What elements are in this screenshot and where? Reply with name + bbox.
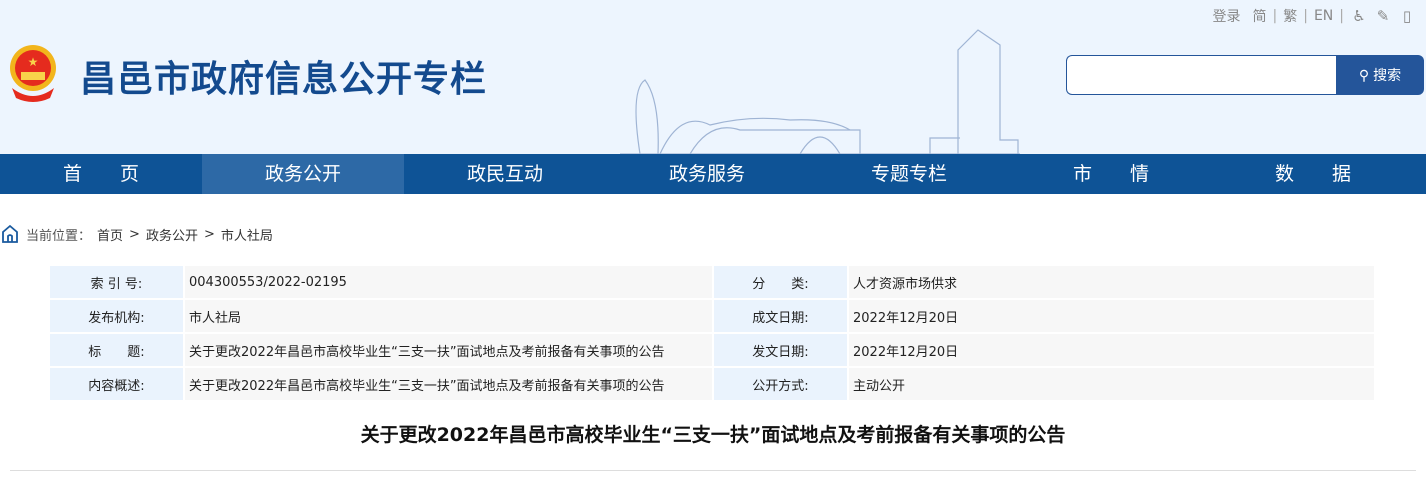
- table-row: 索 引 号: 004300553/2022-02195 分 类: 人才资源市场供求: [50, 266, 1374, 298]
- divider: [10, 470, 1416, 471]
- label-disclosure: 公开方式:: [714, 368, 847, 400]
- label-summary: 内容概述:: [50, 368, 183, 400]
- label-title: 标 题:: [50, 334, 183, 366]
- table-row: 内容概述: 关于更改2022年昌邑市高校毕业生“三支一扶”面试地点及考前报备有关事…: [50, 368, 1374, 400]
- accessibility-icon[interactable]: ♿: [1350, 7, 1368, 25]
- nav-city[interactable]: 市 情: [1010, 154, 1212, 194]
- english-link[interactable]: EN: [1314, 8, 1333, 24]
- value-written-date: 2022年12月20日: [849, 300, 1374, 332]
- nav-services[interactable]: 政务服务: [606, 154, 808, 194]
- home-icon: [2, 224, 18, 243]
- nav-data[interactable]: 数 据: [1212, 154, 1414, 194]
- top-links: 登录 简 | 繁 | EN | ♿ ✎ ▯: [1213, 6, 1416, 26]
- search-bar: ⚲ 搜索: [1066, 55, 1424, 95]
- search-button-label: 搜索: [1373, 67, 1402, 83]
- nav-gov-affairs[interactable]: 政务公开: [202, 154, 404, 194]
- svg-text:★: ★: [28, 55, 39, 69]
- value-summary: 关于更改2022年昌邑市高校毕业生“三支一扶”面试地点及考前报备有关事项的公告: [185, 368, 712, 400]
- value-issue-date: 2022年12月20日: [849, 334, 1374, 366]
- national-emblem-icon: ★: [10, 45, 56, 102]
- site-title: 昌邑市政府信息公开专栏: [80, 59, 488, 100]
- value-disclosure: 主动公开: [849, 368, 1374, 400]
- nav-topics[interactable]: 专题专栏: [808, 154, 1010, 194]
- table-row: 标 题: 关于更改2022年昌邑市高校毕业生“三支一扶”面试地点及考前报备有关事项…: [50, 334, 1374, 366]
- edit-icon[interactable]: ✎: [1374, 7, 1392, 25]
- header: 登录 简 | 繁 | EN | ♿ ✎ ▯ ★ 昌邑市政府信息公开专栏 ⚲ 搜索: [0, 0, 1426, 154]
- meta-table: 索 引 号: 004300553/2022-02195 分 类: 人才资源市场供求 发…: [48, 264, 1376, 402]
- login-link[interactable]: 登录: [1213, 6, 1241, 26]
- label-written-date: 成文日期:: [714, 300, 847, 332]
- breadcrumb-current[interactable]: 市人社局: [221, 225, 273, 244]
- label-publisher: 发布机构:: [50, 300, 183, 332]
- value-index: 004300553/2022-02195: [185, 266, 712, 298]
- table-row: 发布机构: 市人社局 成文日期: 2022年12月20日: [50, 300, 1374, 332]
- value-publisher: 市人社局: [185, 300, 712, 332]
- nav-home[interactable]: 首 页: [0, 154, 202, 194]
- breadcrumb-gov-affairs[interactable]: 政务公开: [146, 225, 198, 244]
- search-input[interactable]: [1066, 55, 1336, 95]
- breadcrumb-home[interactable]: 首页: [97, 225, 123, 244]
- city-skyline-illustration: [620, 29, 1020, 154]
- traditional-link[interactable]: 繁: [1283, 6, 1297, 26]
- value-category: 人才资源市场供求: [849, 266, 1374, 298]
- label-index: 索 引 号:: [50, 266, 183, 298]
- breadcrumb: 当前位置： 首页 > 政务公开 > 市人社局: [0, 224, 273, 244]
- value-title: 关于更改2022年昌邑市高校毕业生“三支一扶”面试地点及考前报备有关事项的公告: [185, 334, 712, 366]
- label-category: 分 类:: [714, 266, 847, 298]
- simplified-link[interactable]: 简: [1253, 6, 1267, 26]
- search-icon: ⚲: [1358, 66, 1370, 83]
- article-title: 关于更改2022年昌邑市高校毕业生“三支一扶”面试地点及考前报备有关事项的公告: [360, 424, 1066, 446]
- main-nav: 首 页 政务公开 政民互动 政务服务 专题专栏 市 情 数 据: [0, 154, 1426, 194]
- nav-interaction[interactable]: 政民互动: [404, 154, 606, 194]
- breadcrumb-label: 当前位置：: [26, 228, 92, 244]
- label-issue-date: 发文日期:: [714, 334, 847, 366]
- mobile-icon[interactable]: ▯: [1398, 7, 1416, 25]
- search-button[interactable]: ⚲ 搜索: [1336, 55, 1424, 95]
